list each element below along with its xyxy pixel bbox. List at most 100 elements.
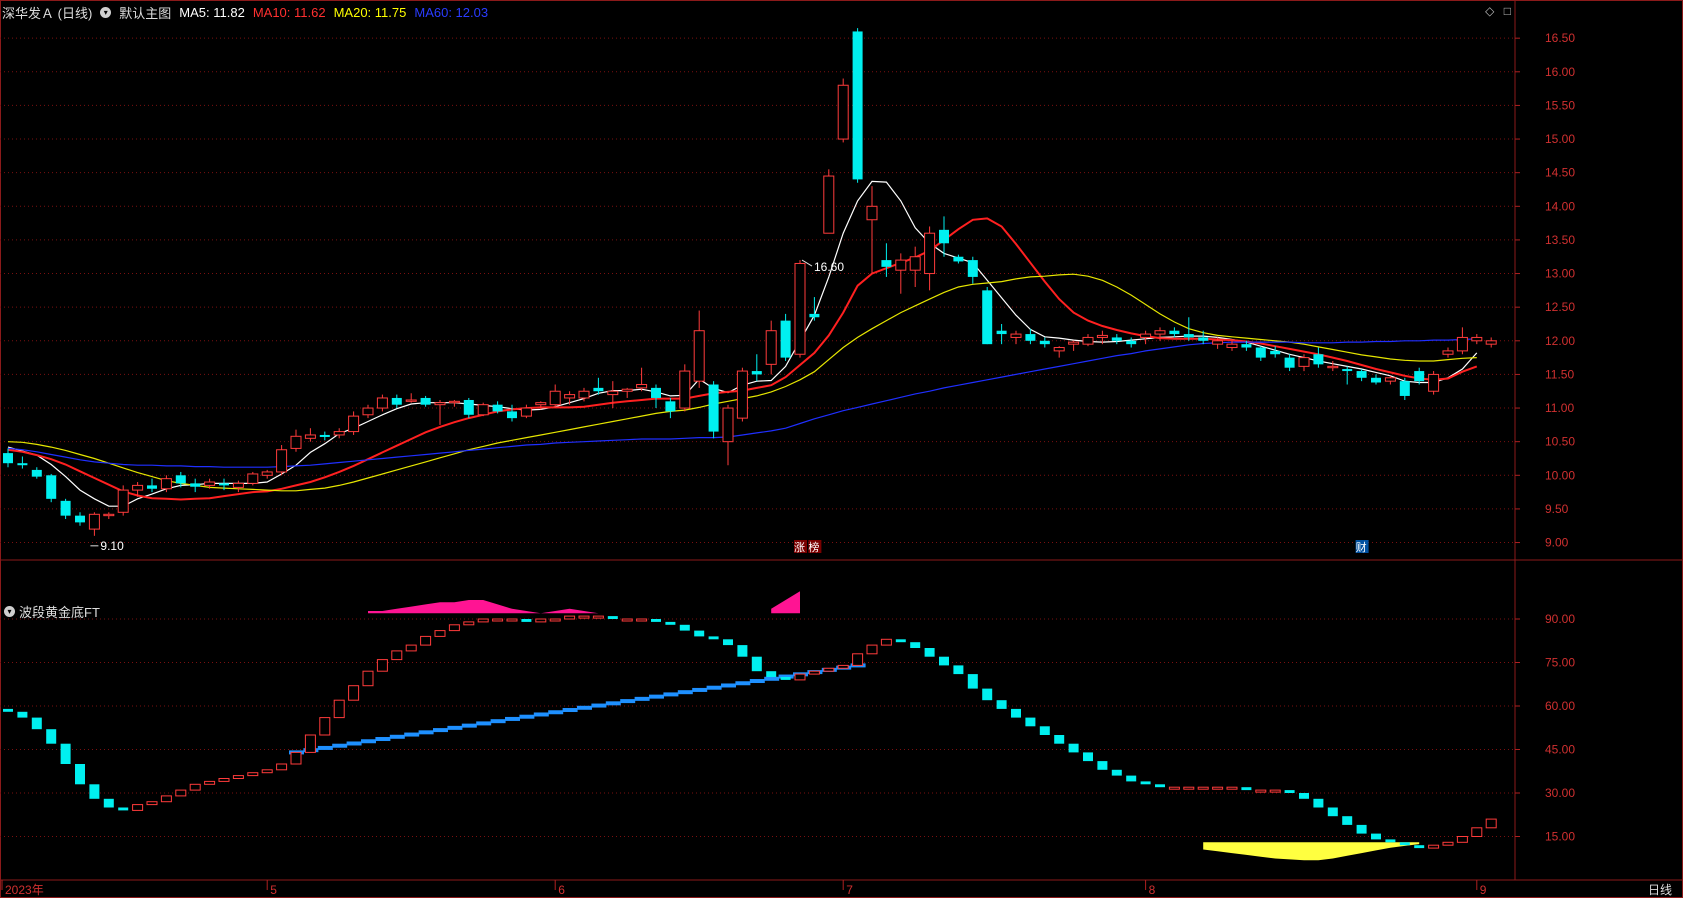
candle-body-up — [736, 370, 748, 419]
candle-body-up — [333, 431, 345, 436]
template-name[interactable]: 默认主图 — [119, 3, 171, 22]
candle — [967, 256, 978, 284]
indicator-bar-down — [1054, 735, 1065, 744]
indicator-bar-up — [1212, 786, 1224, 790]
candle-body-up — [1428, 373, 1440, 392]
indicator-toggle-icon[interactable]: ▾ — [4, 606, 15, 617]
diamond-icon[interactable]: ◇ — [1485, 4, 1494, 18]
period-tab[interactable]: 日线 — [1648, 881, 1672, 898]
candle — [736, 367, 748, 422]
indicator-bar-up — [391, 650, 403, 661]
indicator-bar-up — [1269, 789, 1281, 793]
candle-body-up — [693, 330, 705, 382]
event-marker: 榜 — [808, 540, 822, 554]
indicator-bar-down — [31, 717, 42, 730]
indicator-bar-up — [794, 673, 806, 681]
candle — [679, 364, 691, 412]
event-marker-label: 榜 — [808, 540, 819, 554]
indicator-bar-down — [1083, 752, 1093, 762]
window-controls: ◇ □ — [1479, 4, 1511, 18]
candle — [866, 186, 878, 274]
sub-tick-label: 45.00 — [1545, 743, 1575, 757]
indicator-bar-down — [60, 743, 71, 764]
candle-body-down — [60, 500, 71, 516]
indicator-bar-down — [651, 619, 661, 622]
indicator-bar-up — [549, 618, 561, 622]
candle — [75, 512, 85, 526]
trend-segment — [375, 737, 391, 742]
candle — [1068, 340, 1080, 351]
chart-canvas[interactable]: 9.00 9.50 10.00 10.50 11.00 11.50 12.00 12.50 13… — [0, 0, 1683, 898]
main-tick-label: 10.50 — [1545, 435, 1575, 449]
sub-tick-label: 60.00 — [1545, 699, 1575, 713]
candle-body-down — [175, 475, 186, 484]
candle — [549, 384, 561, 409]
candle-body-down — [751, 371, 762, 375]
indicator-name[interactable]: 波段黄金底FT — [19, 602, 100, 621]
sub-tick-label: 75.00 — [1545, 656, 1575, 670]
indicator-bar-down — [982, 688, 993, 701]
main-tick-label: 15.50 — [1545, 98, 1575, 112]
candle-body-down — [593, 387, 604, 392]
candle-body-down — [1183, 334, 1194, 338]
candle — [1255, 346, 1266, 361]
indicator-bar-up — [247, 772, 259, 777]
candle — [348, 411, 360, 435]
candle — [621, 387, 633, 398]
main-tick-label: 10.00 — [1545, 468, 1575, 482]
candle — [147, 478, 157, 493]
indicator-bar-up — [636, 618, 648, 622]
trend-segment — [361, 739, 376, 744]
indicator-bar-down — [723, 639, 733, 646]
candle-body-up — [837, 84, 849, 140]
trend-segment — [764, 676, 780, 681]
indicator-bar-up — [621, 618, 633, 622]
event-marker: 财 — [1355, 540, 1369, 554]
indicator-bar-up — [348, 685, 360, 701]
template-toggle-icon[interactable]: ▾ — [100, 6, 112, 18]
indicator-bar-down — [607, 616, 618, 619]
candle-body-up — [1010, 333, 1022, 338]
indicator-bar-down — [1241, 787, 1252, 791]
time-tick-label: 8 — [1149, 883, 1156, 897]
square-icon[interactable]: □ — [1504, 4, 1511, 18]
ma10-label: MA10: 11.62 — [252, 4, 326, 20]
trend-segment — [692, 687, 708, 692]
main-tick-label: 9.50 — [1545, 502, 1569, 516]
candle-body-up — [895, 259, 907, 271]
trend-segment — [317, 745, 333, 750]
candle — [765, 320, 777, 375]
candle — [852, 28, 863, 183]
main-tick-label: 13.00 — [1545, 267, 1575, 281]
indicator-bar-down — [924, 648, 935, 657]
trend-segment — [620, 699, 636, 704]
candle-body-down — [31, 469, 42, 477]
indicator-bar-down — [17, 711, 28, 718]
candle-body-down — [1284, 357, 1295, 368]
indicator-bar-down — [1068, 743, 1079, 753]
indicator-bar-down — [1025, 717, 1036, 727]
candle — [333, 428, 345, 439]
stock-title[interactable]: 深华发Ａ (日线) — [2, 3, 92, 22]
candle-body-down — [463, 399, 474, 415]
candle — [1485, 337, 1497, 348]
candle — [1442, 347, 1454, 358]
main-tick-label: 12.50 — [1545, 300, 1575, 314]
indicator-bar-down — [1356, 824, 1367, 834]
candle — [1313, 347, 1324, 368]
indicator-bar-up — [132, 804, 144, 811]
candle-body-down — [1313, 354, 1324, 365]
low-annotation: 9.10 — [100, 539, 124, 553]
indicator-bar-up — [837, 664, 849, 669]
indicator-bar-up — [420, 635, 432, 646]
candle — [46, 473, 57, 503]
trend-segment — [721, 683, 736, 688]
trend-segment — [519, 714, 535, 719]
candle — [1198, 330, 1209, 345]
candle-body-down — [75, 515, 85, 523]
candle — [477, 402, 489, 417]
candle-body-up — [1485, 340, 1497, 345]
indicator-bar-up — [290, 751, 302, 765]
candle-body-down — [982, 290, 993, 345]
candle-body-up — [1442, 350, 1454, 355]
